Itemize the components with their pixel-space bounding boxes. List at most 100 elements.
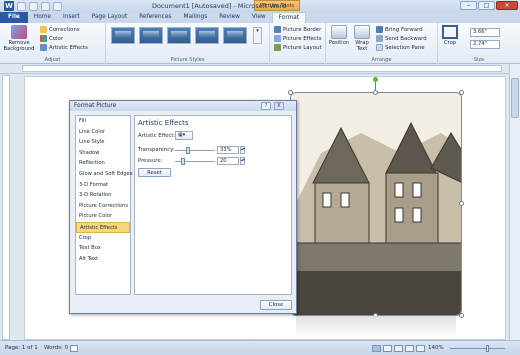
resize-handle-right[interactable] [459, 201, 464, 206]
category-line-color[interactable]: Line Color [76, 127, 130, 138]
picture-style-5[interactable] [223, 27, 247, 44]
tab-page-layout[interactable]: Page Layout [86, 12, 134, 23]
resize-handle-bottom-right[interactable] [459, 313, 464, 318]
picture-style-3[interactable] [167, 27, 191, 44]
horizontal-ruler[interactable] [22, 65, 502, 72]
category-shadow[interactable]: Shadow [76, 148, 130, 159]
page-count[interactable]: Page: 1 of 1 [5, 345, 38, 351]
picture-styles-group: ▾ Picture Styles [106, 23, 270, 64]
category-text-box[interactable]: Text Box [76, 243, 130, 254]
transparency-field[interactable]: 33% [217, 146, 239, 154]
web-layout-icon[interactable] [394, 345, 403, 352]
category-3d-format[interactable]: 3-D Format [76, 180, 130, 191]
rotate-handle[interactable] [373, 77, 378, 82]
category-reflection[interactable]: Reflection [76, 158, 130, 169]
color-button[interactable]: Color [40, 35, 63, 42]
full-screen-reading-icon[interactable] [383, 345, 392, 352]
position-icon [331, 25, 347, 39]
tab-file[interactable]: File [0, 12, 28, 23]
category-fill[interactable]: Fill [76, 116, 130, 127]
tab-insert[interactable]: Insert [57, 12, 86, 23]
bring-forward-label: Bring Forward [385, 26, 423, 33]
crop-label: Crop [443, 40, 457, 46]
house-picture[interactable] [290, 92, 462, 316]
view-buttons [372, 345, 425, 352]
send-backward-button[interactable]: Send Backward [376, 35, 427, 42]
category-alt-text[interactable]: Alt Text [76, 254, 130, 265]
quick-access-toolbar: W [4, 1, 62, 11]
tab-view[interactable]: View [246, 12, 272, 23]
category-list: Fill Line Color Line Style Shadow Reflec… [75, 115, 133, 295]
adjust-group-label: Adjust [44, 57, 61, 63]
dialog-help-button[interactable]: ? [261, 102, 271, 110]
artistic-effect-dropdown[interactable]: ▦▾ [175, 131, 193, 140]
bring-forward-button[interactable]: Bring Forward [376, 26, 423, 33]
tab-review[interactable]: Review [213, 12, 246, 23]
category-picture-color[interactable]: Picture Color [76, 211, 130, 222]
more-styles-button[interactable]: ▾ [253, 27, 262, 44]
tab-format[interactable]: Format [271, 12, 307, 23]
picture-style-2[interactable] [139, 27, 163, 44]
vertical-ruler[interactable] [2, 75, 10, 340]
print-layout-icon[interactable] [372, 345, 381, 352]
dialog-close-x-button[interactable]: X [274, 102, 284, 110]
selection-pane-button[interactable]: Selection Pane [376, 44, 425, 51]
scrollbar-thumb[interactable] [511, 78, 519, 118]
category-glow-soft-edges[interactable]: Glow and Soft Edges [76, 169, 133, 180]
width-field[interactable]: 2.74" [470, 40, 500, 49]
zoom-slider[interactable] [450, 348, 505, 349]
format-picture-dialog: Format Picture ? X Fill Line Color Line … [69, 100, 297, 314]
undo-icon[interactable] [29, 1, 38, 11]
picture-style-4[interactable] [195, 27, 219, 44]
category-crop[interactable]: Crop [76, 233, 130, 244]
picture-effects-label: Picture Effects [283, 35, 322, 42]
position-button[interactable]: Position [328, 25, 350, 46]
picture-style-1[interactable] [111, 27, 135, 44]
pressure-slider-thumb[interactable] [181, 158, 185, 165]
category-picture-corrections[interactable]: Picture Corrections [76, 201, 130, 212]
vertical-scrollbar[interactable] [509, 64, 520, 340]
corrections-button[interactable]: Corrections [40, 26, 80, 33]
resize-handle-top-right[interactable] [459, 90, 464, 95]
zoom-level[interactable]: 140% [428, 345, 444, 351]
outline-icon[interactable] [405, 345, 414, 352]
wrap-text-button[interactable]: Wrap Text [351, 25, 373, 52]
tab-mailings[interactable]: Mailings [177, 12, 213, 23]
picture-border-button[interactable]: Picture Border [274, 26, 321, 33]
customize-toolbar-icon[interactable] [53, 1, 62, 11]
height-field[interactable]: 3.66" [470, 28, 500, 37]
artistic-effects-icon [40, 44, 47, 51]
category-3d-rotation[interactable]: 3-D Rotation [76, 190, 130, 201]
transparency-spinner[interactable]: ▴▾ [240, 146, 245, 154]
resize-handle-top-left[interactable] [288, 90, 293, 95]
resize-handle-top[interactable] [373, 90, 378, 95]
artistic-effects-button[interactable]: Artistic Effects [40, 44, 88, 51]
transparency-slider-track[interactable] [175, 150, 215, 151]
picture-layout-button[interactable]: Picture Layout [274, 44, 322, 51]
status-bar: Page: 1 of 1 Words: 0 140% [0, 340, 520, 355]
draft-icon[interactable] [416, 345, 425, 352]
transparency-slider-thumb[interactable] [186, 147, 191, 154]
remove-background-button[interactable]: Remove Background [3, 25, 35, 52]
pressure-spinner[interactable]: ▴▾ [240, 157, 245, 165]
arrange-group-label: Arrange [371, 57, 392, 63]
tab-home[interactable]: Home [28, 12, 57, 23]
pressure-field[interactable]: 20 [217, 157, 239, 165]
category-line-style[interactable]: Line Style [76, 137, 130, 148]
category-artistic-effects[interactable]: Artistic Effects [76, 221, 130, 233]
tab-references[interactable]: References [133, 12, 177, 23]
proofing-icon[interactable] [70, 345, 78, 352]
close-dialog-button[interactable]: Close [260, 300, 292, 310]
zoom-slider-thumb[interactable] [486, 345, 489, 352]
remove-background-icon [11, 25, 27, 39]
save-icon[interactable] [17, 1, 26, 11]
redo-icon[interactable] [41, 1, 50, 11]
minimize-button[interactable]: – [460, 1, 477, 10]
close-window-button[interactable]: ✕ [496, 1, 518, 10]
crop-button[interactable]: Crop [441, 25, 459, 46]
reset-button[interactable]: Reset [138, 168, 171, 177]
maximize-button[interactable]: □ [478, 1, 495, 10]
picture-effects-button[interactable]: Picture Effects [274, 35, 322, 42]
word-count[interactable]: Words: 0 [44, 345, 68, 351]
ribbon-tabs: File Home Insert Page Layout References … [0, 12, 520, 23]
